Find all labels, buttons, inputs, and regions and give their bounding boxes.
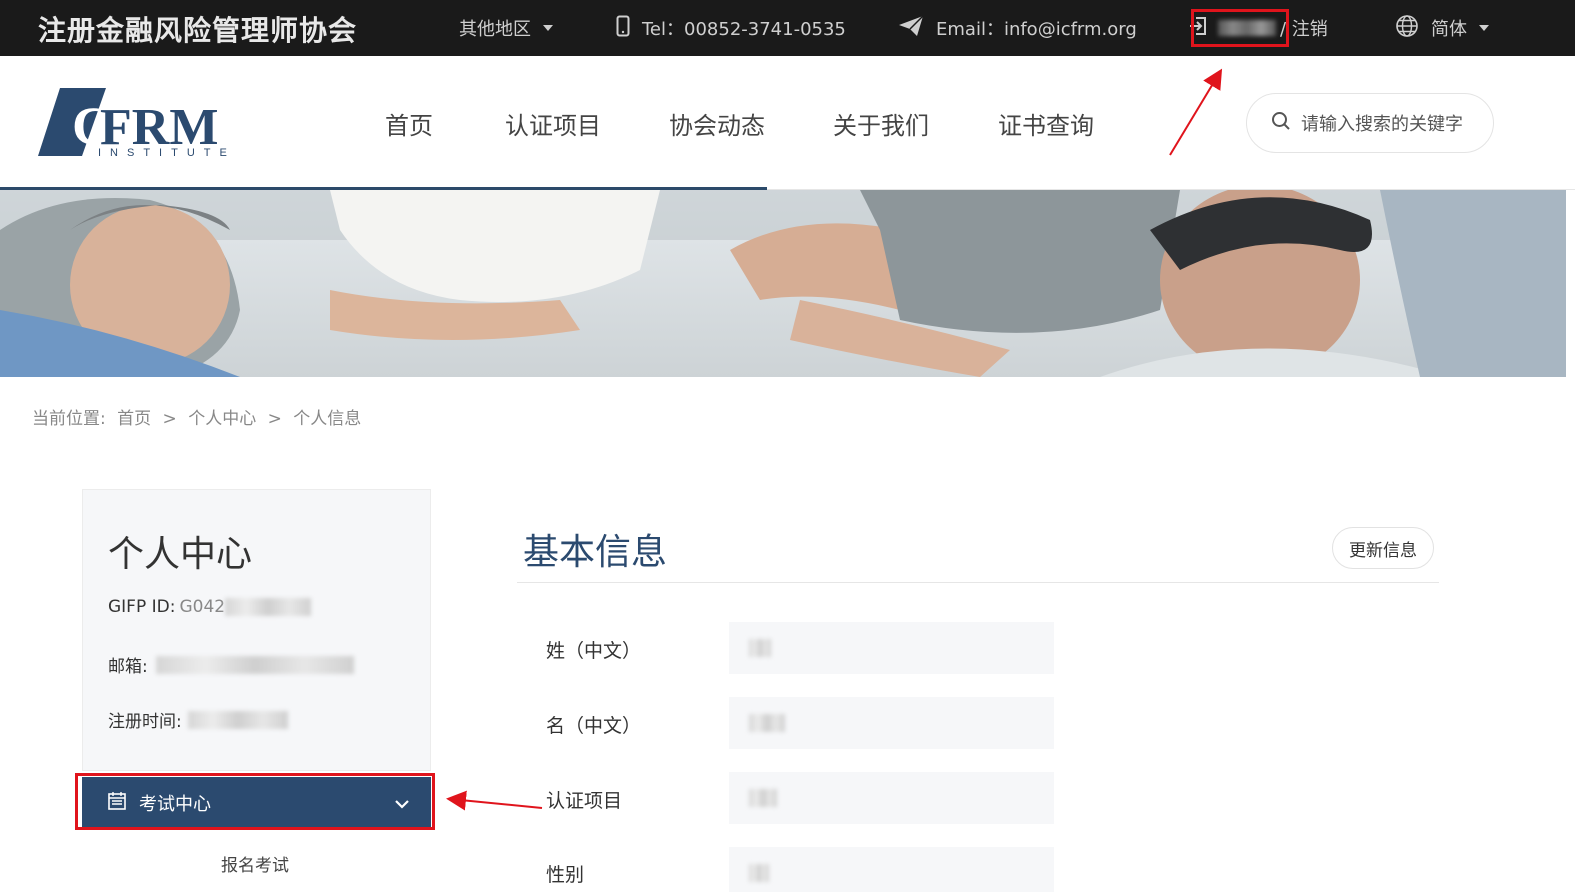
nav-certificate-query[interactable]: 证书查询 bbox=[998, 106, 1094, 141]
email-text: Email：info@icfrm.org bbox=[936, 19, 1137, 40]
annotation-highlight-user bbox=[1191, 9, 1289, 47]
breadcrumb-prefix: 当前位置: bbox=[32, 409, 106, 429]
breadcrumb-separator: > bbox=[267, 409, 282, 429]
update-info-button[interactable]: 更新信息 bbox=[1332, 527, 1434, 569]
breadcrumb-separator: > bbox=[162, 409, 177, 429]
nav-certification[interactable]: 认证项目 bbox=[505, 106, 601, 141]
nav-about[interactable]: 关于我们 bbox=[833, 106, 929, 141]
gifp-id-row: GIFP ID: G042 bbox=[108, 597, 312, 617]
field-label-surname: 姓（中文） bbox=[546, 640, 642, 662]
region-label: 其他地区 bbox=[459, 19, 531, 40]
search-placeholder: 请输入搜索的关键字 bbox=[1301, 114, 1463, 135]
field-label-certification: 认证项目 bbox=[546, 790, 623, 812]
cfrm-logo[interactable]: C FRM INSTITUTE bbox=[38, 88, 258, 160]
contact-email[interactable]: Email：info@icfrm.org bbox=[898, 0, 1137, 56]
arrow-to-exam-center bbox=[446, 790, 543, 811]
svg-text:INSTITUTE: INSTITUTE bbox=[98, 147, 236, 159]
reg-time-label: 注册时间: bbox=[108, 712, 182, 732]
submenu-register-exam[interactable]: 报名考试 bbox=[221, 851, 289, 876]
breadcrumb-personal-center[interactable]: 个人中心 bbox=[188, 409, 256, 429]
gifp-id-label: GIFP ID: bbox=[108, 597, 176, 617]
phone-icon bbox=[616, 15, 630, 42]
field-value-certification bbox=[729, 772, 1054, 824]
nav-news[interactable]: 协会动态 bbox=[669, 106, 765, 141]
certification-redacted bbox=[749, 789, 777, 807]
annotation-highlight-exam-center bbox=[75, 773, 435, 830]
field-value-given-name bbox=[729, 697, 1054, 749]
breadcrumb-personal-info: 个人信息 bbox=[293, 409, 362, 429]
nav-home[interactable]: 首页 bbox=[385, 106, 433, 141]
site-title: 注册金融风险管理师协会 bbox=[38, 14, 358, 47]
breadcrumb-home[interactable]: 首页 bbox=[117, 409, 151, 429]
reg-time-row: 注册时间: bbox=[108, 707, 288, 732]
paper-plane-icon bbox=[898, 14, 924, 42]
gifp-id-redacted bbox=[225, 598, 312, 616]
divider bbox=[517, 582, 1439, 583]
language-dropdown[interactable]: 简体 bbox=[1395, 0, 1489, 56]
email-row: 邮箱: bbox=[108, 652, 354, 677]
contact-tel: Tel：00852-3741-0535 bbox=[616, 0, 846, 56]
gifp-id-value: G042 bbox=[179, 597, 226, 617]
caret-down-icon bbox=[543, 25, 553, 31]
field-label-given-name: 名（中文） bbox=[546, 715, 642, 737]
sidebar-profile-card: 个人中心 GIFP ID: G042 邮箱: 注册时间: bbox=[82, 489, 431, 771]
tel-text: Tel：00852-3741-0535 bbox=[642, 19, 846, 40]
field-value-gender bbox=[729, 847, 1054, 892]
search-icon bbox=[1271, 111, 1301, 136]
banner-image bbox=[0, 190, 1566, 377]
surname-redacted bbox=[749, 639, 771, 657]
sidebar-title: 个人中心 bbox=[108, 534, 253, 575]
main-header: C FRM INSTITUTE 首页 认证项目 协会动态 关于我们 证书查询 请… bbox=[0, 56, 1575, 190]
lang-label: 简体 bbox=[1431, 19, 1467, 40]
caret-down-icon bbox=[1479, 25, 1489, 31]
page-title: 基本信息 bbox=[523, 532, 668, 573]
email-label: 邮箱: bbox=[108, 657, 148, 677]
search-input[interactable]: 请输入搜索的关键字 bbox=[1246, 93, 1494, 153]
field-value-surname bbox=[729, 622, 1054, 674]
reg-time-redacted bbox=[187, 710, 288, 729]
breadcrumb: 当前位置: 首页 > 个人中心 > 个人信息 bbox=[32, 404, 367, 429]
email-redacted bbox=[155, 655, 354, 674]
given-name-redacted bbox=[749, 714, 785, 732]
gender-redacted bbox=[749, 864, 769, 882]
globe-icon bbox=[1395, 14, 1419, 43]
region-dropdown[interactable]: 其他地区 bbox=[459, 0, 553, 56]
top-bar: 注册金融风险管理师协会 其他地区 Tel：00852-3741-0535 Ema… bbox=[0, 0, 1575, 56]
field-label-gender: 性别 bbox=[546, 864, 585, 886]
